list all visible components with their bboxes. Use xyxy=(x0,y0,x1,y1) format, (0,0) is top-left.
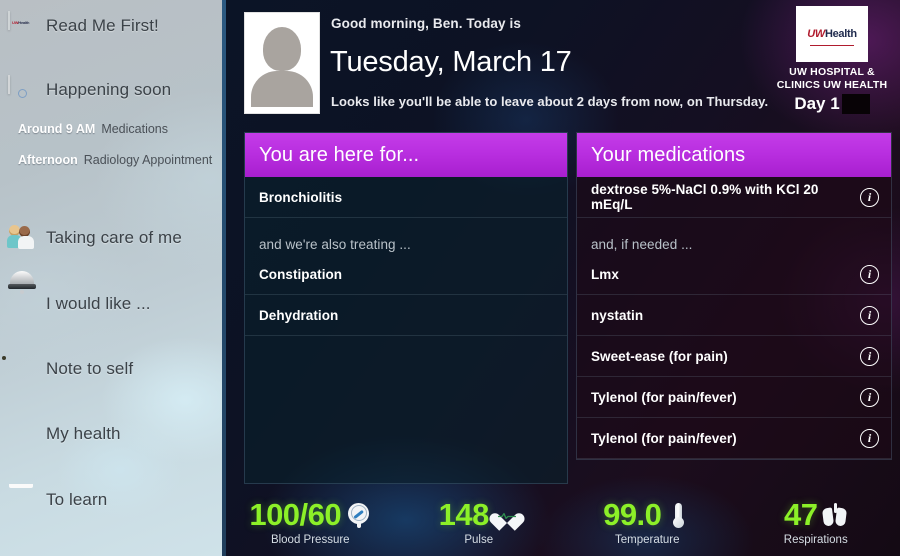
logo-health-text: Health xyxy=(824,27,857,40)
day-label: Day 1 xyxy=(794,94,840,114)
vital-pulse[interactable]: 148 Pulse xyxy=(395,486,564,556)
vital-label: Respirations xyxy=(783,533,848,546)
sidebar-item-my-health[interactable]: My health xyxy=(8,420,121,448)
medication-row[interactable]: Tylenol (for pain/fever) i xyxy=(577,418,891,459)
upcoming-event[interactable]: Around 9 AM Medications xyxy=(18,122,218,138)
upcoming-event[interactable]: Afternoon Radiology Appointment xyxy=(18,153,218,169)
condition-name: Constipation xyxy=(259,266,343,282)
vital-value: 100/60 xyxy=(249,496,342,532)
medications-card-title: Your medications xyxy=(591,143,746,166)
gauge-icon xyxy=(347,502,371,528)
info-icon[interactable]: i xyxy=(860,387,879,407)
condition-row[interactable]: Bronchiolitis xyxy=(245,177,567,218)
discharge-estimate: Looks like you'll be able to leave about… xyxy=(331,94,769,109)
medication-name: Tylenol (for pain/fever) xyxy=(591,430,737,446)
thermometer-icon xyxy=(667,502,691,528)
vital-respirations[interactable]: 47 Respirations xyxy=(732,486,900,556)
info-icon[interactable]: i xyxy=(860,305,879,325)
secondary-conditions-label: and we're also treating ... xyxy=(259,237,411,252)
day-redaction-block xyxy=(841,94,870,115)
medications-card-header: Your medications xyxy=(577,133,891,177)
prn-label-row: and, if needed ... xyxy=(577,218,891,254)
page-title: Tuesday, March 17 xyxy=(330,46,572,78)
medication-name: Sweet-ease (for pain) xyxy=(591,348,728,364)
prn-label: and, if needed ... xyxy=(591,237,693,252)
vital-blood-pressure[interactable]: 100/60 Blood Pressure xyxy=(226,486,395,556)
condition-row[interactable]: Dehydration xyxy=(245,295,567,336)
secondary-conditions-label-row: and we're also treating ... xyxy=(245,218,567,254)
sidebar-item-to-learn[interactable]: To learn xyxy=(8,486,107,514)
heart-pulse-icon xyxy=(495,502,519,528)
day-counter: Day 1 xyxy=(770,94,894,115)
sidebar: UWHealth Read Me First! Happening soon A… xyxy=(0,0,226,556)
sidebar-item-label: To learn xyxy=(46,490,108,509)
sidebar-item-label: Read Me First! xyxy=(46,16,159,35)
medication-row[interactable]: Tylenol (for pain/fever) i xyxy=(577,377,891,418)
vital-value: 99.0 xyxy=(603,496,662,532)
conditions-card-header: You are here for... xyxy=(245,133,567,177)
sidebar-item-label: Note to self xyxy=(46,359,134,378)
sidebar-item-happening-soon[interactable]: Happening soon xyxy=(8,75,172,104)
conditions-card: You are here for... Bronchiolitis and we… xyxy=(244,132,568,484)
condition-row[interactable]: Constipation xyxy=(245,254,567,295)
sticky-note-icon xyxy=(8,355,36,383)
organization-name: UW HOSPITAL & CLINICS UW HEALTH xyxy=(776,66,888,92)
medication-name: Tylenol (for pain/fever) xyxy=(591,389,737,405)
vital-label: Blood Pressure xyxy=(270,533,350,546)
info-icon[interactable]: i xyxy=(860,264,879,284)
logo-uw-text: UW xyxy=(807,27,825,40)
care-team-icon xyxy=(7,224,36,252)
calendar-icon xyxy=(8,75,36,104)
avatar xyxy=(244,12,320,114)
sidebar-item-taking-care-of-me[interactable]: Taking care of me xyxy=(7,224,182,252)
sidebar-item-read-me-first[interactable]: UWHealth Read Me First! xyxy=(8,11,159,40)
info-icon[interactable]: i xyxy=(860,346,879,366)
main-content: Good morning, Ben. Today is Tuesday, Mar… xyxy=(226,0,900,556)
conditions-card-title: You are here for... xyxy=(259,143,420,166)
medication-row[interactable]: Sweet-ease (for pain) i xyxy=(577,336,891,377)
service-bell-icon xyxy=(8,290,36,318)
sidebar-item-label: I would like ... xyxy=(46,294,151,313)
sidebar-item-note-to-self[interactable]: Note to self xyxy=(8,355,133,383)
vital-value: 148 xyxy=(438,496,490,532)
document-icon xyxy=(8,420,36,448)
info-icon[interactable]: i xyxy=(860,187,879,207)
header: Good morning, Ben. Today is Tuesday, Mar… xyxy=(226,0,900,128)
vital-label: Pulse xyxy=(464,533,494,546)
condition-name: Bronchiolitis xyxy=(259,189,343,205)
sidebar-item-i-would-like[interactable]: I would like ... xyxy=(8,290,151,318)
patient-dashboard: UWHealth Read Me First! Happening soon A… xyxy=(0,0,900,556)
lungs-icon xyxy=(822,502,848,528)
vital-label: Temperature xyxy=(614,533,680,546)
info-icon[interactable]: i xyxy=(860,428,879,448)
medication-name: Lmx xyxy=(591,266,619,282)
event-time: Afternoon xyxy=(18,153,78,167)
greeting-text: Good morning, Ben. Today is xyxy=(331,16,521,31)
condition-name: Dehydration xyxy=(259,307,339,323)
vital-temperature[interactable]: 99.0 Temperature xyxy=(563,486,732,556)
vitals-bar: 100/60 Blood Pressure 148 Pulse 99.0 Tem… xyxy=(226,486,900,556)
medication-row[interactable]: Lmx i xyxy=(577,254,891,295)
uwhealth-card-icon: UWHealth xyxy=(8,11,36,40)
medication-row[interactable]: dextrose 5%-NaCl 0.9% with KCl 20 mEq/L … xyxy=(577,177,891,218)
event-time: Around 9 AM xyxy=(18,122,96,136)
sidebar-item-label: Taking care of me xyxy=(46,228,182,247)
book-icon xyxy=(8,486,36,514)
sidebar-item-label: Happening soon xyxy=(46,80,172,99)
uwhealth-logo-icon: UWHealth xyxy=(796,6,868,62)
medication-name: nystatin xyxy=(591,307,644,323)
medication-row[interactable]: nystatin i xyxy=(577,295,891,336)
medication-name: dextrose 5%-NaCl 0.9% with KCl 20 mEq/L xyxy=(591,182,819,212)
event-description: Medications xyxy=(101,122,169,136)
brand: UWHealth UW HOSPITAL & CLINICS UW HEALTH… xyxy=(770,6,894,115)
vital-value: 47 xyxy=(784,496,818,532)
event-description: Radiology Appointment xyxy=(83,153,213,167)
sidebar-item-label: My health xyxy=(46,424,121,443)
medications-card: Your medications dextrose 5%-NaCl 0.9% w… xyxy=(576,132,892,460)
